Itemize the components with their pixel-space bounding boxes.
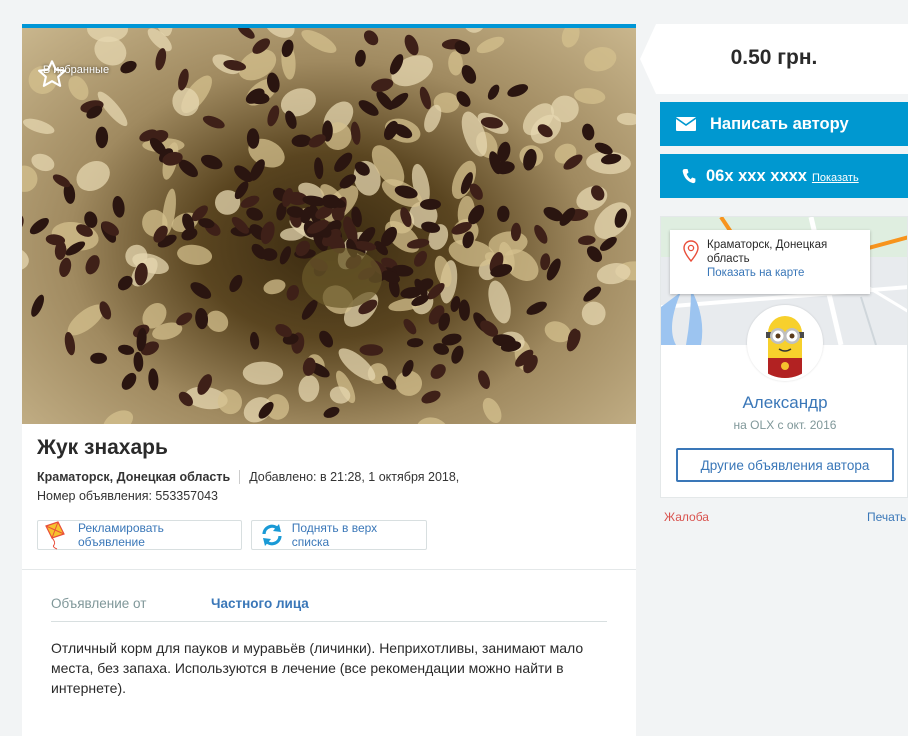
ad-details-row: Объявление от Частного лица — [51, 590, 607, 622]
avatar[interactable] — [747, 305, 823, 381]
message-author-label: Написать автору — [710, 114, 849, 133]
user-card: Краматорск, Донецкая область Показать на… — [660, 216, 908, 498]
kite-icon — [42, 521, 74, 550]
ad-number: Номер объявления: 553357043 — [37, 489, 218, 503]
raise-ad-button[interactable]: Поднять в верх списка — [251, 520, 427, 550]
detail-key: Объявление от — [51, 596, 147, 611]
ad-card: В избранные Жук знахарь Краматорск, Доне… — [22, 24, 636, 736]
favorite-button[interactable]: В избранные — [36, 58, 116, 87]
map-location-box: Краматорск, Донецкая область Показать на… — [670, 230, 870, 294]
other-ads-button[interactable]: Другие объявления автора — [676, 448, 894, 482]
price-box: 0.50 грн. — [640, 24, 908, 94]
divider — [22, 569, 636, 570]
user-name[interactable]: Александр — [661, 393, 907, 413]
ad-added-date: Добавлено: в 21:28, 1 октября 2018, — [249, 470, 460, 484]
complaint-link[interactable]: Жалоба — [664, 510, 709, 524]
ad-title: Жук знахарь — [37, 436, 168, 459]
message-author-button[interactable]: Написать автору — [660, 102, 908, 146]
promote-ad-label: Рекламировать объявление — [78, 521, 164, 549]
print-link[interactable]: Печать — [867, 510, 906, 524]
map-city: Краматорск, Донецкая область — [707, 239, 828, 265]
envelope-icon — [676, 117, 710, 131]
beetles-image — [22, 28, 636, 424]
show-phone-link[interactable]: Показать — [812, 172, 859, 184]
ad-photo[interactable]: В избранные — [22, 28, 636, 424]
user-since: на OLX с окт. 2016 — [733, 418, 837, 432]
detail-value-link[interactable]: Частного лица — [211, 596, 309, 611]
phone-icon — [682, 168, 706, 184]
raise-ad-label: Поднять в верх списка — [291, 521, 378, 549]
star-icon — [37, 60, 66, 87]
price: 0.50 грн. — [730, 46, 818, 69]
phone-button[interactable]: 06х ххх хххх Показать — [660, 154, 908, 198]
refresh-icon — [256, 521, 288, 549]
ad-description: Отличный корм для пауков и муравьёв (лич… — [51, 640, 584, 696]
show-on-map-link[interactable]: Показать на карте — [707, 267, 804, 279]
map-pin-icon — [683, 240, 699, 267]
ad-location: Краматорск, Донецкая область — [37, 470, 241, 484]
promote-ad-button[interactable]: Рекламировать объявление — [37, 520, 242, 550]
ad-meta: Краматорск, Донецкая область Добавлено: … — [37, 470, 459, 484]
phone-masked: 06х ххх хххх — [706, 166, 807, 185]
